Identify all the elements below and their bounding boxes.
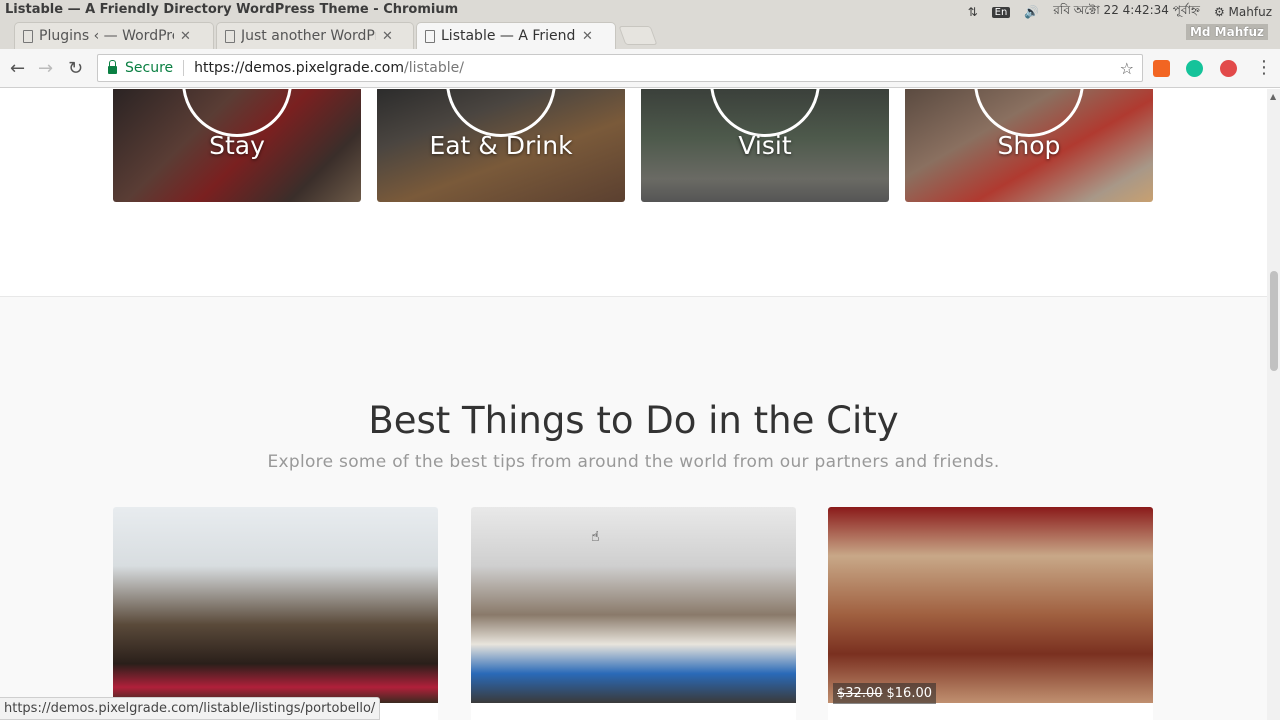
category-card-shop[interactable]: Shop — [905, 89, 1153, 202]
tab-plugins[interactable]: Plugins ‹ — WordPress ✕ — [14, 22, 214, 49]
new-price: $16.00 — [886, 686, 933, 701]
section-subtitle: Explore some of the best tips from aroun… — [267, 452, 1000, 472]
lock-icon — [108, 60, 117, 74]
forward-arrow-icon[interactable]: → — [38, 58, 53, 79]
menu-icon[interactable]: ⋮ — [1255, 57, 1273, 78]
old-price: $32.00 — [837, 686, 883, 701]
tab-label: Plugins ‹ — WordPress — [39, 28, 174, 44]
page-scrollbar[interactable]: ▲ — [1267, 89, 1280, 720]
window-title: Listable — A Friendly Directory WordPres… — [5, 2, 459, 17]
user-name: Mahfuz — [1228, 5, 1272, 19]
scroll-thumb[interactable] — [1270, 271, 1278, 371]
url-host: https://demos.pixelgrade.com — [194, 60, 404, 76]
grammarly-extension-icon[interactable] — [1186, 60, 1203, 77]
price-tag: $32.00 $16.00 — [833, 683, 936, 704]
category-ring-icon — [446, 89, 556, 137]
reload-icon[interactable]: ↻ — [68, 58, 83, 79]
category-label: Visit — [738, 131, 792, 160]
system-tray: ⇅ En 🔊 রবি অক্টো 22 4:42:34 পূর্বাহ্ন ⚙ … — [968, 2, 1272, 22]
listing-photo[interactable] — [113, 507, 438, 703]
listing-card[interactable] — [471, 507, 796, 720]
pointer-cursor-icon: ☝ — [591, 529, 600, 545]
network-icon[interactable]: ⇅ — [968, 5, 978, 19]
listing-photo[interactable] — [471, 507, 796, 703]
status-bar-url: https://demos.pixelgrade.com/listable/li… — [0, 697, 381, 720]
window-titlebar: Listable — A Friendly Directory WordPres… — [0, 0, 1280, 20]
url-path: /listable/ — [403, 60, 464, 76]
new-tab-button[interactable] — [618, 26, 658, 45]
tab-wordpress[interactable]: Just another WordPress ✕ — [216, 22, 414, 49]
category-card-eat-drink[interactable]: Eat & Drink — [377, 89, 625, 202]
user-menu[interactable]: ⚙ Mahfuz — [1214, 5, 1272, 19]
clock[interactable]: রবি অক্টো 22 4:42:34 পূর্বাহ্ন — [1053, 2, 1200, 22]
category-card-visit[interactable]: Visit — [641, 89, 889, 202]
section-title: Best Things to Do in the City — [368, 399, 899, 442]
bookmark-star-icon[interactable]: ☆ — [1120, 59, 1134, 78]
page-icon — [23, 30, 33, 43]
listing-card[interactable] — [113, 507, 438, 720]
browser-toolbar: ← → ↻ Secure https://demos.pixelgrade.co… — [0, 49, 1280, 88]
category-ring-icon — [710, 89, 820, 137]
language-indicator[interactable]: En — [991, 6, 1011, 18]
best-things-section: Best Things to Do in the City Explore so… — [0, 296, 1267, 720]
profile-button[interactable]: Md Mahfuz — [1185, 24, 1268, 40]
close-icon[interactable]: ✕ — [582, 29, 593, 44]
back-arrow-icon[interactable]: ← — [10, 58, 25, 79]
category-label: Eat & Drink — [429, 131, 573, 160]
page-icon — [425, 30, 435, 43]
page-icon — [225, 30, 235, 43]
volume-icon[interactable]: 🔊 — [1024, 5, 1039, 19]
rss-extension-icon[interactable] — [1153, 60, 1170, 77]
divider — [183, 60, 185, 76]
tab-label: Listable — A Friendly — [441, 28, 576, 44]
tab-label: Just another WordPress — [241, 28, 376, 44]
category-label: Shop — [997, 131, 1061, 160]
tab-listable[interactable]: Listable — A Friendly ✕ — [416, 22, 616, 49]
category-label: Stay — [209, 131, 265, 160]
secure-label: Secure — [125, 60, 174, 76]
address-bar[interactable]: Secure https://demos.pixelgrade.com/list… — [97, 54, 1143, 82]
close-icon[interactable]: ✕ — [180, 29, 191, 44]
page-viewport: Stay Eat & Drink Visit Shop Best Things … — [0, 89, 1267, 720]
scroll-up-arrow-icon[interactable]: ▲ — [1270, 92, 1276, 101]
listing-photo[interactable] — [828, 507, 1153, 703]
category-card-stay[interactable]: Stay — [113, 89, 361, 202]
gear-icon: ⚙ — [1213, 5, 1225, 19]
category-ring-icon — [974, 89, 1084, 137]
listing-card[interactable]: $32.00 $16.00 — [828, 507, 1153, 720]
extension-icon[interactable] — [1220, 60, 1237, 77]
category-ring-icon — [182, 89, 292, 137]
close-icon[interactable]: ✕ — [382, 29, 393, 44]
